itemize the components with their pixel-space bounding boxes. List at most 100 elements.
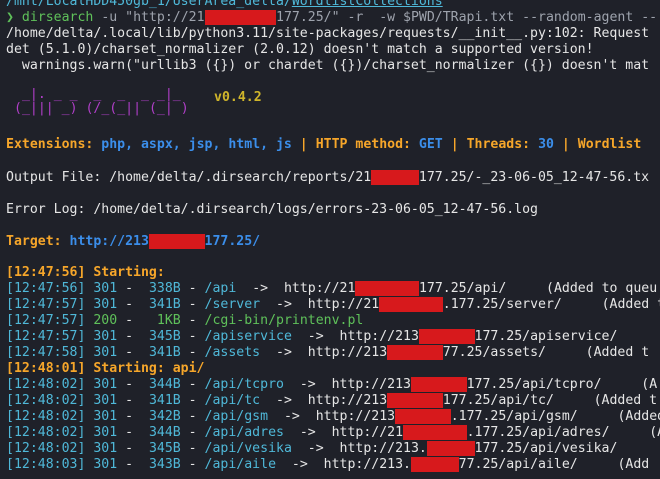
row-note: (Added t	[585, 345, 650, 360]
redaction-mask: XXXXXX	[411, 457, 459, 472]
redaction-mask: XXXXXXX	[411, 377, 467, 392]
row-redirect-a: http://21	[283, 281, 356, 296]
result-row: [12:47:58] 301 - 341B - /assets -> http:…	[6, 345, 650, 360]
threads-value: 30	[538, 137, 554, 152]
row-status: 301	[93, 393, 118, 408]
row-path: /api/tc	[204, 393, 261, 408]
row-path: /api/aile	[204, 457, 277, 472]
row-time: [12:48:03]	[6, 457, 86, 472]
target-label: Target:	[6, 234, 70, 249]
redaction-mask: XXXXXXX	[387, 393, 443, 408]
row-redirect-a: http://21	[331, 425, 404, 440]
result-row: [12:48:02] 301 - 344B - /api/adres -> ht…	[6, 425, 660, 441]
row-size: 341B	[141, 297, 181, 312]
row-note: (Added t	[593, 393, 658, 408]
row-note: (Added t	[601, 297, 660, 312]
target-line: Target: http://213XXXXXXX177.25/	[6, 234, 260, 250]
row-path: /api/gsm	[204, 409, 269, 424]
row-path: /api/adres	[204, 425, 284, 440]
result-row: [12:47:57] 301 - 341B - /server -> http:…	[6, 297, 660, 313]
row-redirect-b: 177.25/api/vesika/	[474, 441, 618, 456]
row-redirect-b: .177.25/server/	[442, 297, 562, 312]
row-status: 301	[93, 329, 118, 344]
error-log-line: Error Log: /home/delta/.dirsearch/logs/e…	[6, 202, 538, 218]
result-row: [12:48:02] 301 - 344B - /api/tcpro -> ht…	[6, 377, 658, 392]
result-row: [12:48:03] 301 - 343B - /api/aile -> htt…	[6, 457, 650, 472]
redaction-mask: XXXXXXX	[387, 345, 443, 360]
row-redirect-a: http://21	[307, 297, 380, 312]
cwd-path: /mnt/LocalHDD450gb_1/UserArea_delta/	[6, 0, 292, 9]
row-note: (Added	[617, 409, 660, 424]
starting-line-2: [12:48:01] Starting: api/	[6, 361, 205, 376]
row-redirect-a: http://213	[339, 329, 419, 344]
row-redirect-b: 77.25/api/aile/	[458, 457, 578, 472]
row-redirect-b: .177.25/api/adres/	[466, 425, 610, 440]
row-redirect-b: 177.25/api/	[418, 281, 507, 296]
result-row: [12:47:57] 200 - 1KB - /cgi-bin/printenv…	[6, 313, 364, 328]
redaction-mask: XXXXXXXXX	[204, 10, 276, 25]
row-path: /api	[204, 281, 237, 296]
row-redirect-b: 77.25/assets/	[442, 345, 546, 360]
row-redirect-b: .177.25/api/gsm/	[450, 409, 578, 424]
row-time: [12:48:02]	[6, 377, 86, 392]
result-row: [12:48:02] 301 - 345B - /api/vesika -> h…	[6, 441, 618, 456]
starting-line-1: [12:47:56] Starting:	[6, 265, 165, 280]
row-time: [12:47:56]	[6, 281, 86, 296]
row-time: [12:48:02]	[6, 393, 86, 408]
output-file-path-a: /home/delta/.dirsearch/reports/21	[109, 170, 372, 185]
row-redirect-a: http://213.	[323, 457, 411, 472]
method-label: HTTP method:	[315, 137, 411, 152]
redaction-mask: XXXXXXXX	[355, 281, 419, 296]
warning-line-2: det (5.1.0)/charset_normalizer (2.0.12) …	[6, 42, 594, 57]
row-size: 343B	[141, 457, 181, 472]
row-status: 301	[93, 377, 118, 392]
wordlist-label: Wordlist	[577, 137, 642, 152]
row-path: /apiservice	[204, 329, 292, 344]
row-size: 342B	[141, 409, 181, 424]
threads-label: Threads:	[466, 137, 531, 152]
version-label: v0.4.2	[214, 90, 262, 105]
row-status: 200	[93, 313, 118, 328]
row-size: 345B	[141, 441, 181, 456]
row-time: [12:48:02]	[6, 425, 86, 440]
row-path: /cgi-bin/printenv.pl	[204, 313, 364, 328]
row-redirect-a: http://213	[307, 345, 388, 360]
terminal-window[interactable]: /mnt/LocalHDD450gb_1/UserArea_delta/Word…	[0, 0, 660, 479]
row-path: /api/tcpro	[204, 377, 284, 392]
row-time: [12:47:57]	[6, 329, 86, 344]
row-path: /server	[204, 297, 261, 312]
warning-line-1: /home/delta/.local/lib/python3.11/site-p…	[6, 26, 650, 41]
target-url-a: http://213	[69, 234, 149, 249]
row-size: 341B	[141, 393, 181, 408]
result-row: [12:47:57] 301 - 345B - /apiservice -> h…	[6, 329, 618, 344]
row-size: 341B	[141, 345, 181, 360]
cwd-line: /mnt/LocalHDD450gb_1/UserArea_delta/Word…	[6, 0, 443, 10]
row-status: 301	[93, 457, 118, 472]
config-line: Extensions: php, aspx, jsp, html, js | H…	[6, 137, 642, 152]
row-path: /api/vesika	[204, 441, 292, 456]
output-file-label: Output File:	[6, 170, 110, 185]
row-size: 1KB	[141, 313, 181, 328]
redaction-mask: XXXXXX	[371, 170, 419, 185]
row-size: 344B	[141, 377, 181, 392]
row-note: (Add	[617, 457, 650, 472]
row-note: (A	[649, 425, 660, 440]
extensions-value: php, aspx, jsp, html, js	[101, 137, 292, 152]
command-line[interactable]: ❯ dirsearch -u "http://21XXXXXXXXX177.25…	[6, 10, 657, 26]
command-name: dirsearch	[21, 10, 94, 25]
row-status: 301	[93, 441, 118, 456]
row-redirect-a: http://213	[331, 377, 411, 392]
row-time: [12:47:57]	[6, 313, 86, 328]
row-path: /assets	[204, 345, 261, 360]
row-status: 301	[93, 409, 118, 424]
row-status: 301	[93, 281, 118, 296]
logo-row-2: (_||| _) (/_(_|| (_| )	[14, 101, 189, 116]
row-note: (A	[641, 377, 658, 392]
row-time: [12:47:58]	[6, 345, 86, 360]
result-row: [12:48:02] 301 - 342B - /api/gsm -> http…	[6, 409, 660, 425]
method-value: GET	[418, 137, 443, 152]
row-redirect-a: http://213	[315, 409, 396, 424]
prompt-icon: ❯	[6, 10, 14, 25]
warning-line-3: warnings.warn("urllib3 ({}) or chardet (…	[6, 58, 650, 73]
output-file-line: Output File: /home/delta/.dirsearch/repo…	[6, 170, 649, 186]
